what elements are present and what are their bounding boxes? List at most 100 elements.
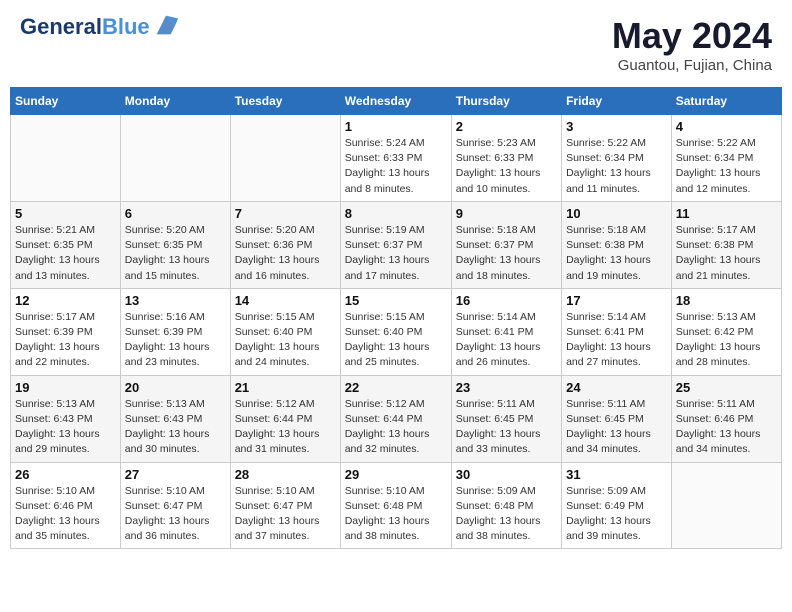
day-number: 29 xyxy=(345,467,447,482)
weekday-header-row: SundayMondayTuesdayWednesdayThursdayFrid… xyxy=(11,88,782,115)
day-info: Sunrise: 5:22 AMSunset: 6:34 PMDaylight:… xyxy=(676,136,777,197)
day-info: Sunrise: 5:24 AMSunset: 6:33 PMDaylight:… xyxy=(345,136,447,197)
weekday-header-wednesday: Wednesday xyxy=(340,88,451,115)
day-number: 8 xyxy=(345,206,447,221)
weekday-header-monday: Monday xyxy=(120,88,230,115)
day-number: 1 xyxy=(345,119,447,134)
calendar-cell: 5 Sunrise: 5:21 AMSunset: 6:35 PMDaylight… xyxy=(11,201,121,288)
calendar-cell: 12 Sunrise: 5:17 AMSunset: 6:39 PMDayligh… xyxy=(11,288,121,375)
calendar-cell: 8Sunrise: 5:19 AMSunset: 6:37 PMDaylight… xyxy=(340,201,451,288)
calendar-cell xyxy=(11,115,121,202)
day-info: Sunrise: 5:15 AMSunset: 6:40 PMDaylight:… xyxy=(235,310,336,371)
calendar-cell: 9 Sunrise: 5:18 AMSunset: 6:37 PMDaylight… xyxy=(451,201,561,288)
day-info: Sunrise: 5:17 AMSunset: 6:38 PMDaylight:… xyxy=(676,223,777,284)
calendar-cell: 28 Sunrise: 5:10 AMSunset: 6:47 PMDayligh… xyxy=(230,462,340,549)
calendar-cell: 18 Sunrise: 5:13 AMSunset: 6:42 PMDayligh… xyxy=(671,288,781,375)
calendar-cell: 1 Sunrise: 5:24 AMSunset: 6:33 PMDaylight… xyxy=(340,115,451,202)
day-number: 15 xyxy=(345,293,447,308)
calendar-table: SundayMondayTuesdayWednesdayThursdayFrid… xyxy=(10,87,782,549)
day-number: 11 xyxy=(676,206,777,221)
day-number: 17 xyxy=(566,293,667,308)
calendar-cell: 2 Sunrise: 5:23 AMSunset: 6:33 PMDaylight… xyxy=(451,115,561,202)
weekday-header-sunday: Sunday xyxy=(11,88,121,115)
day-number: 19 xyxy=(15,380,116,395)
day-info: Sunrise: 5:23 AMSunset: 6:33 PMDaylight:… xyxy=(456,136,557,197)
calendar-cell xyxy=(120,115,230,202)
day-info: Sunrise: 5:16 AMSunset: 6:39 PMDaylight:… xyxy=(125,310,226,371)
calendar-cell: 13 Sunrise: 5:16 AMSunset: 6:39 PMDayligh… xyxy=(120,288,230,375)
day-number: 14 xyxy=(235,293,336,308)
calendar-week-2: 5 Sunrise: 5:21 AMSunset: 6:35 PMDaylight… xyxy=(11,201,782,288)
day-info: Sunrise: 5:14 AMSunset: 6:41 PMDaylight:… xyxy=(456,310,557,371)
calendar-cell: 24Sunrise: 5:11 AMSunset: 6:45 PMDayligh… xyxy=(562,375,672,462)
day-info: Sunrise: 5:20 AMSunset: 6:35 PMDaylight:… xyxy=(125,223,226,284)
calendar-cell: 3 Sunrise: 5:22 AMSunset: 6:34 PMDaylight… xyxy=(562,115,672,202)
day-number: 23 xyxy=(456,380,557,395)
logo-text: GeneralBlue xyxy=(20,16,150,38)
day-info: Sunrise: 5:17 AMSunset: 6:39 PMDaylight:… xyxy=(15,310,116,371)
calendar-cell: 19 Sunrise: 5:13 AMSunset: 6:43 PMDayligh… xyxy=(11,375,121,462)
day-info: Sunrise: 5:13 AMSunset: 6:42 PMDaylight:… xyxy=(676,310,777,371)
day-number: 4 xyxy=(676,119,777,134)
day-info: Sunrise: 5:14 AMSunset: 6:41 PMDaylight:… xyxy=(566,310,667,371)
day-number: 26 xyxy=(15,467,116,482)
day-number: 9 xyxy=(456,206,557,221)
day-number: 25 xyxy=(676,380,777,395)
day-info: Sunrise: 5:13 AMSunset: 6:43 PMDaylight:… xyxy=(15,397,116,458)
day-info: Sunrise: 5:10 AMSunset: 6:47 PMDaylight:… xyxy=(235,484,336,545)
page-header: GeneralBlue May 2024 Guantou, Fujian, Ch… xyxy=(10,10,782,79)
weekday-header-tuesday: Tuesday xyxy=(230,88,340,115)
day-info: Sunrise: 5:10 AMSunset: 6:48 PMDaylight:… xyxy=(345,484,447,545)
day-info: Sunrise: 5:12 AMSunset: 6:44 PMDaylight:… xyxy=(345,397,447,458)
day-number: 3 xyxy=(566,119,667,134)
calendar-cell: 20 Sunrise: 5:13 AMSunset: 6:43 PMDayligh… xyxy=(120,375,230,462)
title-section: May 2024 Guantou, Fujian, China xyxy=(612,15,772,74)
calendar-cell: 31 Sunrise: 5:09 AMSunset: 6:49 PMDayligh… xyxy=(562,462,672,549)
calendar-cell: 7Sunrise: 5:20 AMSunset: 6:36 PMDaylight… xyxy=(230,201,340,288)
day-number: 28 xyxy=(235,467,336,482)
day-number: 31 xyxy=(566,467,667,482)
day-number: 27 xyxy=(125,467,226,482)
day-number: 18 xyxy=(676,293,777,308)
day-info: Sunrise: 5:09 AMSunset: 6:49 PMDaylight:… xyxy=(566,484,667,545)
day-number: 10 xyxy=(566,206,667,221)
day-info: Sunrise: 5:22 AMSunset: 6:34 PMDaylight:… xyxy=(566,136,667,197)
day-number: 2 xyxy=(456,119,557,134)
calendar-week-5: 26 Sunrise: 5:10 AMSunset: 6:46 PMDayligh… xyxy=(11,462,782,549)
calendar-cell: 15Sunrise: 5:15 AMSunset: 6:40 PMDayligh… xyxy=(340,288,451,375)
location: Guantou, Fujian, China xyxy=(612,57,772,74)
calendar-cell: 14 Sunrise: 5:15 AMSunset: 6:40 PMDayligh… xyxy=(230,288,340,375)
logo-icon xyxy=(152,11,180,39)
day-info: Sunrise: 5:09 AMSunset: 6:48 PMDaylight:… xyxy=(456,484,557,545)
day-info: Sunrise: 5:18 AMSunset: 6:37 PMDaylight:… xyxy=(456,223,557,284)
day-info: Sunrise: 5:20 AMSunset: 6:36 PMDaylight:… xyxy=(235,223,336,284)
weekday-header-thursday: Thursday xyxy=(451,88,561,115)
calendar-cell: 16 Sunrise: 5:14 AMSunset: 6:41 PMDayligh… xyxy=(451,288,561,375)
calendar-week-1: 1 Sunrise: 5:24 AMSunset: 6:33 PMDaylight… xyxy=(11,115,782,202)
day-info: Sunrise: 5:12 AMSunset: 6:44 PMDaylight:… xyxy=(235,397,336,458)
day-info: Sunrise: 5:11 AMSunset: 6:45 PMDaylight:… xyxy=(566,397,667,458)
calendar-cell: 22Sunrise: 5:12 AMSunset: 6:44 PMDayligh… xyxy=(340,375,451,462)
day-number: 13 xyxy=(125,293,226,308)
day-info: Sunrise: 5:13 AMSunset: 6:43 PMDaylight:… xyxy=(125,397,226,458)
day-info: Sunrise: 5:21 AMSunset: 6:35 PMDaylight:… xyxy=(15,223,116,284)
day-info: Sunrise: 5:11 AMSunset: 6:45 PMDaylight:… xyxy=(456,397,557,458)
calendar-cell: 17 Sunrise: 5:14 AMSunset: 6:41 PMDayligh… xyxy=(562,288,672,375)
day-number: 5 xyxy=(15,206,116,221)
day-info: Sunrise: 5:10 AMSunset: 6:46 PMDaylight:… xyxy=(15,484,116,545)
day-number: 12 xyxy=(15,293,116,308)
day-number: 30 xyxy=(456,467,557,482)
calendar-body: 1 Sunrise: 5:24 AMSunset: 6:33 PMDaylight… xyxy=(11,115,782,549)
day-number: 20 xyxy=(125,380,226,395)
weekday-header-saturday: Saturday xyxy=(671,88,781,115)
calendar-cell xyxy=(671,462,781,549)
calendar-cell: 23 Sunrise: 5:11 AMSunset: 6:45 PMDayligh… xyxy=(451,375,561,462)
day-number: 21 xyxy=(235,380,336,395)
day-info: Sunrise: 5:10 AMSunset: 6:47 PMDaylight:… xyxy=(125,484,226,545)
calendar-cell: 30 Sunrise: 5:09 AMSunset: 6:48 PMDayligh… xyxy=(451,462,561,549)
day-info: Sunrise: 5:18 AMSunset: 6:38 PMDaylight:… xyxy=(566,223,667,284)
calendar-week-3: 12 Sunrise: 5:17 AMSunset: 6:39 PMDayligh… xyxy=(11,288,782,375)
day-number: 16 xyxy=(456,293,557,308)
calendar-cell: 21 Sunrise: 5:12 AMSunset: 6:44 PMDayligh… xyxy=(230,375,340,462)
calendar-cell: 25Sunrise: 5:11 AMSunset: 6:46 PMDayligh… xyxy=(671,375,781,462)
